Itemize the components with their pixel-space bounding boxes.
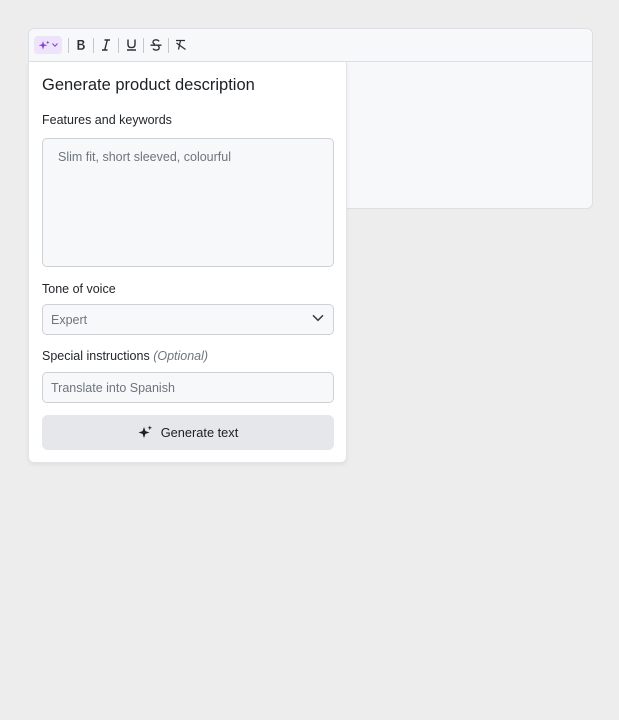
clear-formatting-button[interactable] bbox=[169, 34, 193, 56]
italic-button[interactable] bbox=[94, 34, 118, 56]
special-instructions-input[interactable]: Translate into Spanish bbox=[42, 372, 334, 403]
underline-button[interactable] bbox=[119, 34, 143, 56]
sparkles-icon bbox=[38, 40, 50, 50]
strikethrough-button[interactable] bbox=[144, 34, 168, 56]
special-instructions-text: Special instructions bbox=[42, 349, 150, 363]
bold-button[interactable] bbox=[69, 34, 93, 56]
generate-text-label: Generate text bbox=[160, 425, 239, 440]
special-instructions-label: Special instructions (Optional) bbox=[42, 349, 208, 363]
ai-assistant-button[interactable] bbox=[34, 36, 62, 54]
bold-icon bbox=[77, 40, 85, 50]
tone-selected-value: Expert bbox=[51, 313, 88, 327]
generate-description-popover: Generate product description Features an… bbox=[28, 62, 347, 463]
special-instructions-placeholder: Translate into Spanish bbox=[51, 381, 175, 395]
strikethrough-icon bbox=[150, 39, 162, 51]
tone-select[interactable]: Expert bbox=[42, 304, 334, 335]
features-textarea[interactable]: Slim fit, short sleeved, colourful bbox=[42, 138, 334, 267]
clear-formatting-icon bbox=[176, 39, 186, 51]
underline-icon bbox=[126, 39, 136, 51]
popover-title: Generate product description bbox=[42, 76, 255, 94]
tone-label: Tone of voice bbox=[42, 282, 116, 296]
sparkles-icon bbox=[138, 425, 152, 438]
chevron-down-icon bbox=[312, 314, 324, 322]
features-label: Features and keywords bbox=[42, 113, 172, 127]
caret-down-icon bbox=[52, 43, 58, 47]
features-placeholder: Slim fit, short sleeved, colourful bbox=[58, 150, 231, 164]
generate-text-button[interactable]: Generate text bbox=[42, 415, 334, 450]
editor-toolbar bbox=[29, 29, 592, 62]
optional-hint: (Optional) bbox=[153, 349, 209, 363]
editor-content-area[interactable] bbox=[347, 62, 592, 208]
italic-icon bbox=[102, 39, 110, 51]
